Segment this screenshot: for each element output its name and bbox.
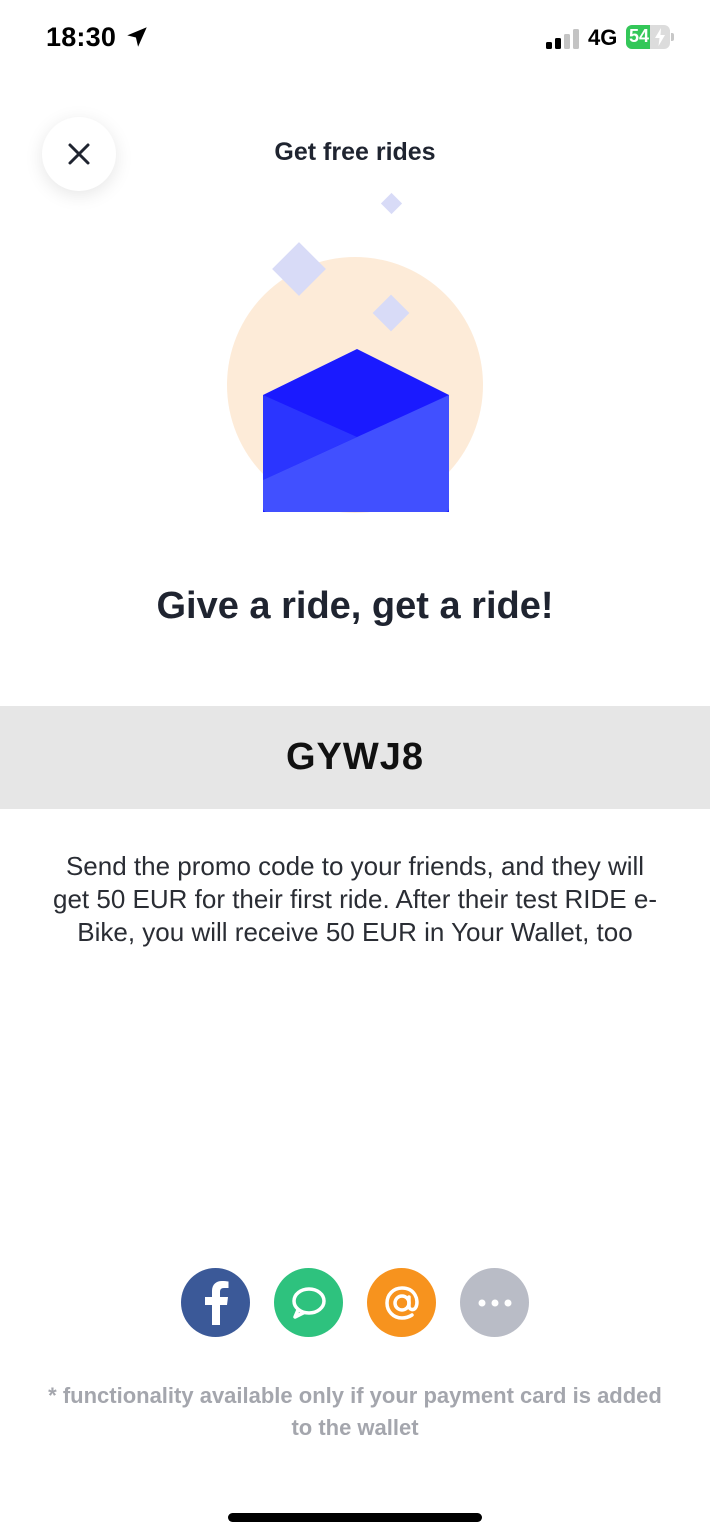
share-email-button[interactable] [367,1268,436,1337]
status-time: 18:30 [46,22,117,52]
facebook-icon [204,1280,228,1325]
open-envelope-icon [227,192,483,513]
message-bubble-icon [291,1286,326,1319]
battery-level: 54 [629,26,650,46]
cellular-signal-icon [546,29,579,49]
location-arrow-icon [127,27,147,47]
at-sign-icon [384,1285,419,1320]
charging-bolt-icon [655,28,665,46]
share-facebook-button[interactable] [181,1268,250,1337]
promo-description: Send the promo code to your friends, and… [53,851,657,947]
share-more-button[interactable] [460,1268,529,1337]
more-dots-icon [478,1299,511,1306]
page-title: Get free rides [274,138,436,166]
headline: Give a ride, get a ride! [156,585,554,627]
footnote: * functionality available only if your p… [48,1383,662,1440]
promo-code[interactable]: GYWJ8 [286,736,424,779]
home-indicator[interactable] [228,1513,482,1522]
share-messages-button[interactable] [274,1268,343,1337]
share-buttons [181,1268,529,1338]
promo-code-band[interactable]: GYWJ8 [0,706,710,809]
network-type: 4G [588,25,618,50]
battery-indicator: 54 [626,25,674,49]
